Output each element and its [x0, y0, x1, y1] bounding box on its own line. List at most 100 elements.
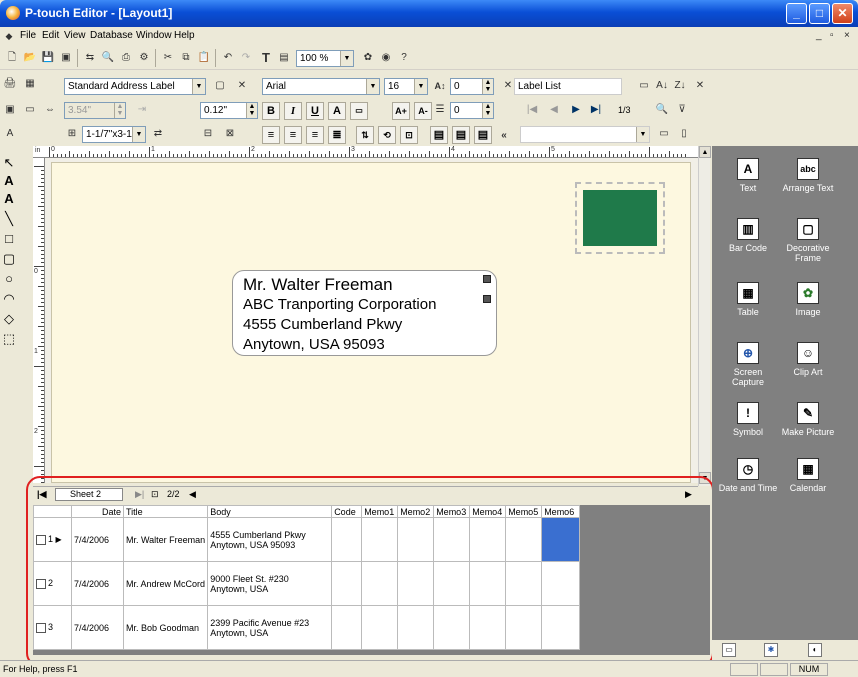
paper-close-icon[interactable]: ✕ — [234, 78, 250, 94]
redo-icon[interactable]: ↷ — [238, 50, 254, 66]
valign-top-icon[interactable]: ▤ — [430, 126, 448, 144]
text-tool-icon[interactable]: T — [258, 50, 274, 66]
sort-ascending-icon[interactable]: A↓ — [654, 78, 670, 94]
help-icon[interactable]: ? — [396, 50, 412, 66]
spin-arrows-icon[interactable]: ▲ ▼ — [246, 103, 257, 118]
canvas-vscrollbar[interactable]: ▲ ▼ — [698, 146, 711, 486]
text-fit-icon[interactable]: ⊡ — [400, 126, 418, 144]
spin-arrows-icon[interactable]: ▲ ▼ — [114, 103, 125, 118]
menu-help[interactable]: Help — [174, 30, 195, 41]
text-rotate-icon[interactable]: ⟲ — [378, 126, 396, 144]
undo-icon[interactable]: ↶ — [220, 50, 236, 66]
properties-tab-icon[interactable]: ◐ — [808, 643, 822, 657]
paper-select[interactable]: Standard Address Label ▼ — [64, 78, 206, 95]
sort-descending-icon[interactable]: Z↓ — [672, 78, 688, 94]
select-arrow-icon[interactable]: ↖ — [1, 154, 17, 172]
maximize-button[interactable]: □ — [809, 3, 830, 24]
record-select[interactable]: ▼ — [520, 126, 650, 143]
options-icon[interactable]: ✿ — [360, 50, 376, 66]
view-list-icon[interactable]: ▯ — [676, 126, 692, 142]
paper-frame-icon[interactable]: ▢ — [212, 78, 228, 94]
char-spacing-field[interactable]: 0 ▲ ▼ — [450, 78, 494, 95]
print-settings-icon[interactable]: ⚙ — [136, 50, 152, 66]
rounded-rect-tool-icon[interactable]: ▢ — [1, 250, 17, 268]
align-right-icon[interactable]: ≡ — [306, 126, 324, 144]
align-center-icon[interactable]: ≡ — [284, 126, 302, 144]
paste-icon[interactable]: 📋 — [196, 50, 212, 66]
last-record-icon[interactable]: ▶| — [588, 102, 604, 118]
chevron-down-icon[interactable]: ▼ — [132, 127, 145, 142]
db-field-marker-icon[interactable] — [483, 275, 491, 283]
align-v-icon[interactable]: ⊠ — [222, 126, 238, 142]
tape-size-select[interactable]: 1-1/7"x3-1/2" ▼ — [82, 126, 146, 143]
vertical-text-tool-icon[interactable]: A — [1, 190, 17, 208]
chevron-down-icon[interactable]: ▼ — [636, 127, 649, 142]
save-all-icon[interactable]: ▣ — [58, 50, 74, 66]
next-record-icon[interactable]: ▶ — [568, 102, 584, 118]
bold-button[interactable]: B — [262, 102, 280, 120]
length-field[interactable]: 3.54" ▲ ▼ — [64, 102, 126, 119]
mdi-minimize-button[interactable]: _ — [816, 30, 822, 41]
mdi-close-button[interactable]: × — [844, 30, 850, 41]
panel-item-symbol[interactable]: ! Symbol — [718, 402, 778, 437]
shrink-font-icon[interactable]: A- — [414, 102, 432, 120]
rectangle-tool-icon[interactable]: □ — [1, 230, 17, 248]
ellipse-tool-icon[interactable]: ○ — [1, 270, 17, 288]
close-button[interactable]: ✕ — [832, 3, 853, 24]
length-fit-icon[interactable]: ⇥ — [134, 102, 150, 118]
outline-icon[interactable]: A — [328, 102, 346, 120]
open-icon[interactable]: 📂 — [22, 50, 38, 66]
list-view-icon[interactable]: ▭ — [636, 78, 652, 94]
spin-arrows-icon[interactable]: ▲ ▼ — [482, 103, 493, 118]
panel-item-date-time[interactable]: ◷ Date and Time — [718, 458, 778, 493]
zoom-select[interactable]: 100 % ▼ — [296, 50, 354, 67]
save-icon[interactable]: 💾 — [40, 50, 56, 66]
length-icon[interactable]: ▭ — [22, 102, 38, 118]
spin-arrows-icon[interactable]: ▲ ▼ — [482, 79, 493, 94]
stamp-frame[interactable] — [575, 182, 665, 254]
db-field-marker-icon[interactable] — [483, 295, 491, 303]
prev-record-icon[interactable]: ◀ — [546, 102, 562, 118]
vertical-text-icon[interactable]: ⇅ — [356, 126, 374, 144]
filter-icon[interactable]: ⊽ — [674, 102, 690, 118]
label-list-close-icon[interactable]: ✕ — [692, 78, 708, 94]
transfer-icon[interactable]: ⇆ — [82, 50, 98, 66]
menu-database[interactable]: Database — [90, 30, 133, 41]
grow-font-icon[interactable]: A+ — [392, 102, 410, 120]
tape-icon[interactable]: ⊞ — [64, 126, 80, 142]
arc-tool-icon[interactable]: ◠ — [1, 290, 17, 308]
view-single-icon[interactable]: ▭ — [656, 126, 672, 142]
scroll-up-icon[interactable]: ▲ — [699, 146, 711, 158]
panel-item-decorative-frame[interactable]: ▢ Decorative Frame — [778, 218, 838, 263]
new-icon[interactable]: 🗋 — [4, 50, 20, 66]
chevron-down-icon[interactable]: ▼ — [340, 51, 353, 66]
label-list-field[interactable]: Label List — [514, 78, 622, 95]
page-icon[interactable]: ▤ — [276, 50, 292, 66]
chevron-down-icon[interactable]: ▼ — [366, 79, 379, 94]
menu-view[interactable]: View — [64, 30, 86, 41]
layout-tab-icon[interactable]: ▭ — [722, 643, 736, 657]
justify-icon[interactable]: ≣ — [328, 126, 346, 144]
margin-field[interactable]: 0.12" ▲ ▼ — [200, 102, 258, 119]
panel-item-arrange-text[interactable]: abc Arrange Text — [778, 158, 838, 193]
font-select[interactable]: Arial ▼ — [262, 78, 380, 95]
globe-icon[interactable]: ◉ — [378, 50, 394, 66]
print-preview-icon[interactable]: 🔍 — [100, 50, 116, 66]
line-spacing-field[interactable]: 0 ▲ ▼ — [450, 102, 494, 119]
layout-icon[interactable]: ▣ — [2, 102, 18, 118]
panel-item-image[interactable]: ✿ Image — [778, 282, 838, 317]
print-icon[interactable]: ⎙ — [118, 50, 134, 66]
label-format-icon[interactable]: ▦ — [22, 76, 38, 92]
valign-middle-icon[interactable]: ▤ — [452, 126, 470, 144]
panel-item-table[interactable]: ▦ Table — [718, 282, 778, 317]
panel-item-bar-code[interactable]: ▥ Bar Code — [718, 218, 778, 253]
tape-change-icon[interactable]: ⇄ — [150, 126, 166, 142]
copy-icon[interactable]: ⧉ — [178, 50, 194, 66]
underline-button[interactable]: U — [306, 102, 324, 120]
chevron-left-icon[interactable]: « — [496, 128, 512, 144]
polygon-tool-icon[interactable]: ◇ — [1, 310, 17, 328]
panel-item-clip-art[interactable]: ☺ Clip Art — [778, 342, 838, 377]
cut-icon[interactable]: ✂ — [160, 50, 176, 66]
chevron-down-icon[interactable]: ▼ — [192, 79, 205, 94]
auto-length-icon[interactable]: ⇔ — [42, 102, 58, 118]
